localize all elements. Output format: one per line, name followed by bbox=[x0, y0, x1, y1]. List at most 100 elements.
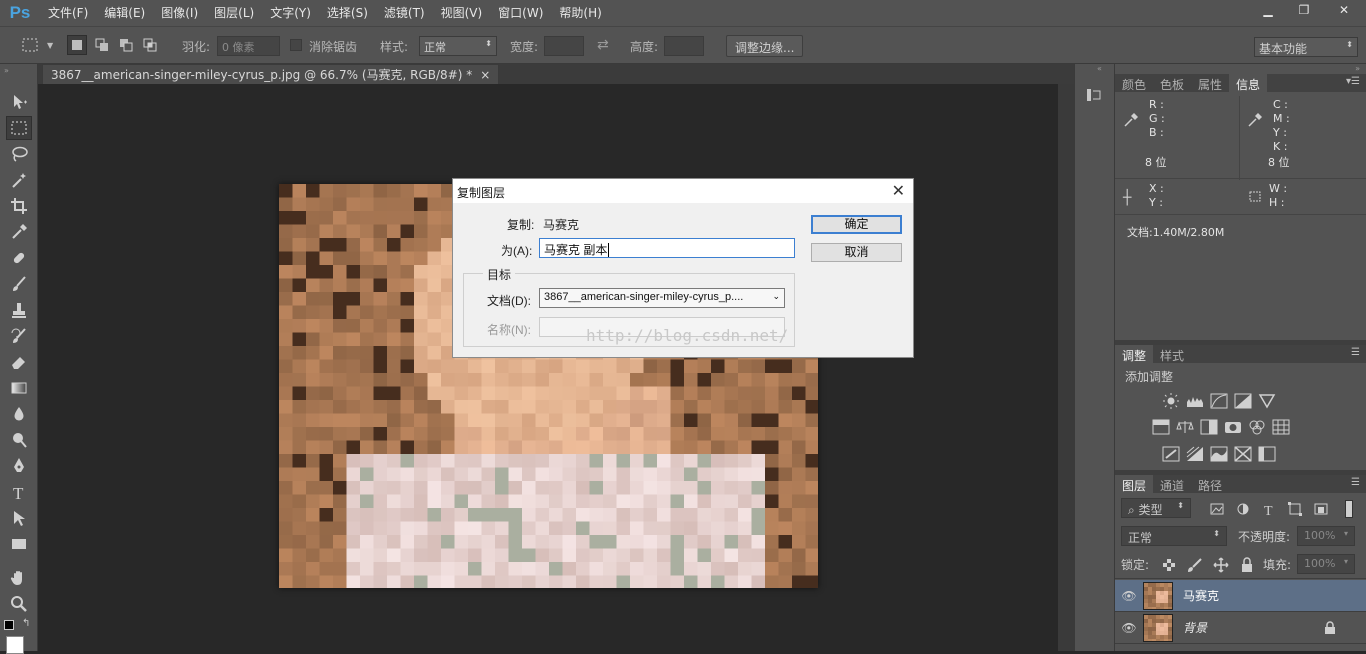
layer-filter-kind-select[interactable]: ⌕ 类型 ⬍ bbox=[1121, 498, 1191, 518]
document-tab[interactable]: 3867__american-singer-miley-cyrus_p.jpg … bbox=[42, 64, 500, 84]
gradient-tool-icon[interactable] bbox=[6, 376, 32, 400]
lock-position-icon[interactable] bbox=[1211, 556, 1231, 574]
type-layer-filter-icon[interactable]: T bbox=[1259, 500, 1279, 518]
height-input[interactable] bbox=[664, 36, 704, 56]
feather-input[interactable]: 0 像素 bbox=[217, 36, 280, 56]
eraser-tool-icon[interactable] bbox=[6, 350, 32, 374]
move-tool-icon[interactable] bbox=[6, 90, 32, 114]
posterize-icon[interactable] bbox=[1185, 445, 1205, 463]
fill-input[interactable]: 100% ▾ bbox=[1297, 554, 1355, 574]
panel-menu-icon[interactable]: ☰ bbox=[1351, 347, 1360, 358]
brush-tool-icon[interactable] bbox=[6, 272, 32, 296]
tab-adjustments[interactable]: 调整 bbox=[1115, 345, 1154, 363]
eye-icon[interactable]: 👁 bbox=[1115, 589, 1143, 603]
curves-icon[interactable] bbox=[1209, 392, 1229, 410]
eye-icon[interactable]: 👁 bbox=[1115, 621, 1143, 635]
menu-filter[interactable]: 滤镜(T) bbox=[376, 0, 433, 26]
expand-panels-icon[interactable]: « bbox=[1097, 64, 1102, 73]
lock-all-icon[interactable] bbox=[1237, 556, 1257, 574]
crop-tool-icon[interactable] bbox=[6, 194, 32, 218]
tab-info[interactable]: 信息 bbox=[1229, 74, 1268, 92]
threshold-icon[interactable] bbox=[1209, 445, 1229, 463]
pen-tool-icon[interactable] bbox=[6, 454, 32, 478]
swap-icon[interactable]: ⇄ bbox=[597, 37, 609, 53]
color-lookup-icon[interactable] bbox=[1271, 418, 1291, 436]
default-colors-icon[interactable] bbox=[4, 620, 14, 630]
tab-paths[interactable]: 路径 bbox=[1191, 475, 1229, 493]
tab-swatches[interactable]: 色板 bbox=[1153, 74, 1191, 92]
shape-layer-filter-icon[interactable] bbox=[1285, 500, 1305, 518]
menu-file[interactable]: 文件(F) bbox=[40, 0, 96, 26]
antialias-checkbox[interactable] bbox=[290, 39, 302, 51]
vibrance-icon[interactable] bbox=[1257, 392, 1277, 410]
width-input[interactable] bbox=[544, 36, 584, 56]
layer-row-background[interactable]: 👁 背景 bbox=[1115, 612, 1366, 644]
close-tab-icon[interactable]: × bbox=[480, 68, 490, 82]
history-panel-icon[interactable] bbox=[1085, 86, 1103, 104]
swap-colors-icon[interactable]: ↰ bbox=[22, 618, 30, 629]
gradient-map-icon[interactable] bbox=[1233, 445, 1253, 463]
menu-edit[interactable]: 编辑(E) bbox=[96, 0, 153, 26]
layer-name[interactable]: 马赛克 bbox=[1183, 587, 1219, 604]
close-window-icon[interactable]: ✕ bbox=[1322, 0, 1366, 20]
hue-saturation-icon[interactable] bbox=[1151, 418, 1171, 436]
new-selection-icon[interactable] bbox=[67, 35, 87, 55]
minimize-icon[interactable]: ▁ bbox=[1250, 0, 1286, 20]
intersect-selection-icon[interactable] bbox=[140, 35, 160, 55]
lock-image-pixels-icon[interactable] bbox=[1185, 556, 1205, 574]
history-brush-tool-icon[interactable] bbox=[6, 324, 32, 348]
brightness-contrast-icon[interactable] bbox=[1161, 392, 1181, 410]
photo-filter-icon[interactable] bbox=[1223, 418, 1243, 436]
menu-view[interactable]: 视图(V) bbox=[433, 0, 491, 26]
panel-menu-icon[interactable]: ☰ bbox=[1351, 477, 1360, 488]
cancel-button[interactable]: 取消 bbox=[811, 243, 902, 262]
restore-icon[interactable]: ❐ bbox=[1286, 0, 1322, 20]
eyedropper-tool-icon[interactable] bbox=[6, 220, 32, 244]
path-selection-tool-icon[interactable] bbox=[6, 506, 32, 530]
lasso-tool-icon[interactable] bbox=[6, 142, 32, 166]
smart-object-filter-icon[interactable] bbox=[1311, 500, 1331, 518]
black-white-icon[interactable] bbox=[1199, 418, 1219, 436]
menu-help[interactable]: 帮助(H) bbox=[551, 0, 609, 26]
lock-icon[interactable] bbox=[1323, 620, 1337, 635]
foreground-color-swatch[interactable] bbox=[6, 636, 24, 654]
hand-tool-icon[interactable] bbox=[6, 566, 32, 590]
invert-icon[interactable] bbox=[1161, 445, 1181, 463]
layer-name[interactable]: 背景 bbox=[1183, 619, 1207, 636]
opacity-input[interactable]: 100% ▾ bbox=[1297, 526, 1355, 546]
selective-color-icon[interactable] bbox=[1257, 445, 1277, 463]
menu-window[interactable]: 窗口(W) bbox=[490, 0, 551, 26]
adjustment-layer-filter-icon[interactable] bbox=[1233, 500, 1253, 518]
levels-icon[interactable] bbox=[1185, 392, 1205, 410]
rectangle-tool-icon[interactable] bbox=[6, 532, 32, 556]
panel-menu-icon[interactable]: ▾☰ bbox=[1346, 76, 1360, 87]
clone-stamp-tool-icon[interactable] bbox=[6, 298, 32, 322]
marquee-tool-preset-icon[interactable] bbox=[20, 35, 40, 55]
collapse-icon[interactable]: » bbox=[4, 66, 9, 75]
style-select[interactable]: 正常 ⬍ bbox=[419, 36, 497, 56]
document-select[interactable]: 3867__american-singer-miley-cyrus_p.... ⌄ bbox=[539, 288, 785, 308]
chevron-down-icon[interactable]: ▼ bbox=[47, 41, 53, 50]
channel-mixer-icon[interactable] bbox=[1247, 418, 1267, 436]
tab-channels[interactable]: 通道 bbox=[1153, 475, 1191, 493]
layer-row-mosaic[interactable]: 👁 马赛克 bbox=[1115, 580, 1366, 612]
healing-brush-tool-icon[interactable] bbox=[6, 246, 32, 270]
menu-select[interactable]: 选择(S) bbox=[319, 0, 376, 26]
close-icon[interactable]: ✕ bbox=[892, 181, 905, 201]
workspace-select[interactable]: 基本功能 ⬍ bbox=[1254, 37, 1358, 57]
lock-transparent-icon[interactable] bbox=[1159, 556, 1179, 574]
color-balance-icon[interactable] bbox=[1175, 418, 1195, 436]
collapse-dock-icon[interactable]: » bbox=[1355, 64, 1360, 73]
subtract-selection-icon[interactable] bbox=[116, 35, 136, 55]
blur-tool-icon[interactable] bbox=[6, 402, 32, 426]
layer-name-input[interactable]: 马赛克 副本 bbox=[539, 238, 795, 258]
menu-image[interactable]: 图像(I) bbox=[153, 0, 206, 26]
rectangular-marquee-tool-icon[interactable] bbox=[6, 116, 32, 140]
type-tool-icon[interactable]: T bbox=[6, 480, 32, 504]
canvas-vertical-scrollbar[interactable] bbox=[1058, 84, 1074, 651]
filter-toggle-switch[interactable] bbox=[1345, 500, 1353, 518]
tab-layers[interactable]: 图层 bbox=[1115, 475, 1154, 493]
dodge-tool-icon[interactable] bbox=[6, 428, 32, 452]
exposure-icon[interactable] bbox=[1233, 392, 1253, 410]
zoom-tool-icon[interactable] bbox=[6, 592, 32, 616]
